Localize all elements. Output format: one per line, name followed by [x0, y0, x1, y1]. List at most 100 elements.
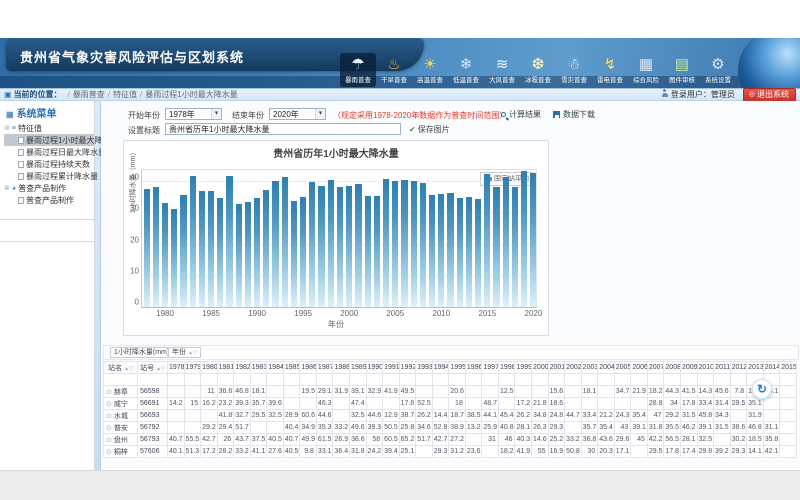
col-header-year[interactable]: 1981	[217, 362, 234, 374]
col-header-year[interactable]: 1996	[465, 362, 482, 374]
toolbar-item-cold[interactable]: ❄低温普查	[448, 53, 484, 87]
filter-cell[interactable]	[548, 374, 565, 386]
filter-cell[interactable]	[647, 374, 664, 386]
logout-button[interactable]: ◎ 退出系统	[743, 88, 796, 102]
save-image-button[interactable]: ✔ 保存图片	[409, 124, 450, 135]
filter-cell[interactable]	[780, 374, 797, 386]
filter-cell[interactable]	[482, 374, 499, 386]
filter-cell[interactable]	[250, 374, 267, 386]
filter-cell[interactable]	[366, 374, 383, 386]
filter-cell[interactable]	[283, 374, 300, 386]
col-header-year[interactable]: 1998	[498, 362, 515, 374]
toolbar-item-drought[interactable]: ♨干旱普查	[376, 53, 412, 87]
filter-cell[interactable]	[217, 374, 234, 386]
col-header-year[interactable]: 1979	[184, 362, 201, 374]
radio-icon[interactable]: ⊙	[106, 389, 112, 396]
radio-icon[interactable]: ⊙	[106, 425, 112, 432]
col-header-year[interactable]: 2010	[697, 362, 714, 374]
filter-cell[interactable]	[614, 374, 631, 386]
filter-cell[interactable]	[399, 374, 416, 386]
col-header-year[interactable]: 1990	[366, 362, 383, 374]
col-header-year[interactable]: 2014	[763, 362, 780, 374]
station-name-cell[interactable]: ⊙水城	[104, 410, 138, 422]
filter-cell[interactable]	[697, 374, 714, 386]
col-header-year[interactable]: 1978	[168, 362, 185, 374]
sidebar-group-0[interactable]: ⊚≡特征值	[4, 122, 94, 134]
filter-cell[interactable]	[300, 374, 317, 386]
col-header-year[interactable]: 2012	[730, 362, 747, 374]
col-header-year[interactable]: 2001	[548, 362, 565, 374]
sidebar-group-1[interactable]: ⊚◕普查产品制作	[4, 182, 94, 194]
col-header-year[interactable]: 2003	[581, 362, 598, 374]
group-header-precip[interactable]: 1小时降水量(mm)	[110, 347, 173, 358]
col-header-year[interactable]: 2011	[714, 362, 731, 374]
sidebar-item[interactable]: 暴雨过程持续天数	[4, 158, 94, 170]
sidebar-item[interactable]: 暴雨过程日最大降水量	[4, 146, 94, 158]
col-header-year[interactable]: 1991	[383, 362, 400, 374]
filter-cell[interactable]	[680, 374, 697, 386]
filter-cell[interactable]	[267, 374, 284, 386]
col-header-year[interactable]: 2006	[631, 362, 648, 374]
chart-title-input[interactable]: 贵州省历年1小时最大降水量	[165, 123, 401, 135]
filter-cell[interactable]	[465, 374, 482, 386]
toolbar-item-risk[interactable]: ▦综合风险	[628, 53, 664, 87]
filter-cell[interactable]	[515, 374, 532, 386]
end-year-select[interactable]: 2020年 ▾	[269, 108, 326, 120]
col-header-year[interactable]: 2013	[747, 362, 764, 374]
filter-cell[interactable]	[498, 374, 515, 386]
filter-cell[interactable]	[201, 374, 218, 386]
col-header-year[interactable]: 1999	[515, 362, 532, 374]
data-download-button[interactable]: 数据下载	[553, 109, 595, 120]
sidebar-item[interactable]: 暴雨过程累计降水量	[4, 170, 94, 182]
filter-cell[interactable]	[565, 374, 582, 386]
col-header-year[interactable]: 2007	[647, 362, 664, 374]
col-header-id[interactable]: 站号▲▽	[138, 362, 168, 374]
col-header-year[interactable]: 1982	[234, 362, 251, 374]
filter-cell[interactable]	[416, 374, 433, 386]
station-name-cell[interactable]: ⊙普安	[104, 422, 138, 434]
col-header-year[interactable]: 1993	[416, 362, 433, 374]
filter-cell[interactable]	[234, 374, 251, 386]
filter-cell[interactable]	[664, 374, 681, 386]
filter-cell[interactable]	[168, 374, 185, 386]
col-header-year[interactable]: 2008	[664, 362, 681, 374]
start-year-select[interactable]: 1978年 ▾	[165, 108, 222, 120]
col-header-year[interactable]: 1988	[333, 362, 350, 374]
toolbar-item-hail[interactable]: ❆冰雹普查	[520, 53, 556, 87]
radio-icon[interactable]: ⊙	[106, 437, 112, 444]
col-header-year[interactable]: 2005	[614, 362, 631, 374]
toolbar-item-wind[interactable]: ≋大风普查	[484, 53, 520, 87]
col-header-year[interactable]: 2002	[565, 362, 582, 374]
station-name-cell[interactable]: ⊙桐梓	[104, 446, 138, 458]
col-header-year[interactable]: 1983	[250, 362, 267, 374]
toolbar-item-rain[interactable]: ☂暴雨普查	[340, 53, 376, 87]
col-header-year[interactable]: 1989	[350, 362, 367, 374]
filter-cell[interactable]	[631, 374, 648, 386]
col-header-year[interactable]: 2015	[780, 362, 797, 374]
filter-cell[interactable]	[316, 374, 333, 386]
col-header-year[interactable]: 1987	[316, 362, 333, 374]
col-header-year[interactable]: 1997	[482, 362, 499, 374]
station-name-cell[interactable]: ⊙赫章	[104, 386, 138, 398]
filter-cell[interactable]	[350, 374, 367, 386]
toolbar-item-map[interactable]: ▤图件审核	[664, 53, 700, 87]
floating-refresh-widget[interactable]: ↻	[752, 379, 772, 399]
filter-cell[interactable]	[383, 374, 400, 386]
col-header-year[interactable]: 1984	[267, 362, 284, 374]
filter-cell[interactable]	[333, 374, 350, 386]
col-header-name[interactable]: 站名▲▽	[104, 362, 138, 374]
radio-icon[interactable]: ⊙	[106, 401, 112, 408]
breadcrumb-segment[interactable]: 暴雨过程1小时最大降水量	[145, 90, 237, 99]
breadcrumb-segment[interactable]: 特征值	[113, 90, 137, 99]
toolbar-item-settings[interactable]: ⚙系统设置	[700, 53, 736, 87]
toolbar-item-lightning[interactable]: ↯雷电普查	[592, 53, 628, 87]
col-header-year[interactable]: 1994	[432, 362, 449, 374]
filter-cell[interactable]	[730, 374, 747, 386]
toolbar-item-heat[interactable]: ☀高温普查	[412, 53, 448, 87]
station-name-cell[interactable]: ⊙盘州	[104, 434, 138, 446]
filter-cell[interactable]	[581, 374, 598, 386]
filter-cell[interactable]	[598, 374, 615, 386]
filter-cell[interactable]	[449, 374, 466, 386]
radio-icon[interactable]: ⊙	[106, 449, 112, 456]
filter-cell[interactable]	[138, 374, 168, 386]
